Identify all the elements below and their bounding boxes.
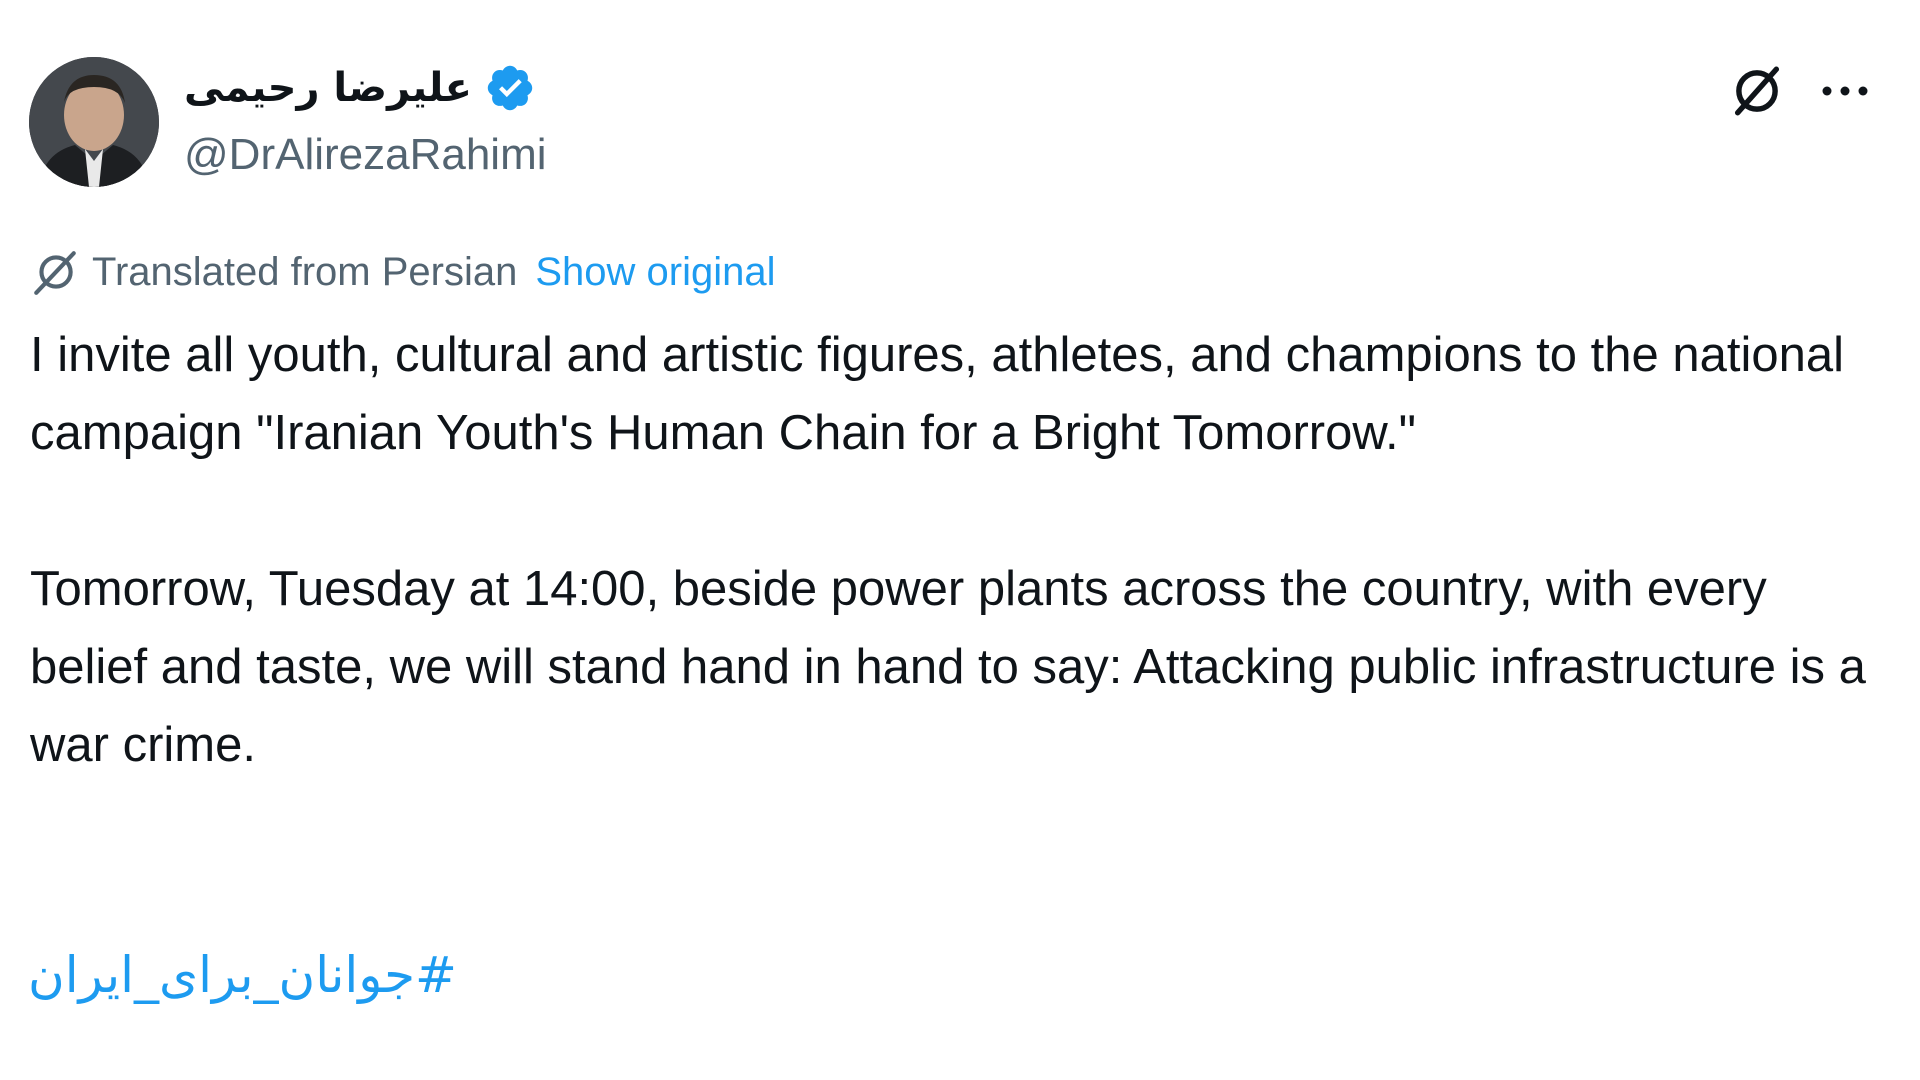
- user-handle[interactable]: @DrAlirezaRahimi: [184, 127, 547, 183]
- person-portrait-icon: [29, 57, 159, 187]
- verified-badge-icon: [487, 65, 533, 111]
- show-original-link[interactable]: Show original: [535, 250, 775, 295]
- tweet-card: علیرضا رحیمی @DrAlirezaRahimi Translated…: [0, 0, 1920, 1080]
- grok-icon[interactable]: [1728, 62, 1786, 120]
- display-name[interactable]: علیرضا رحیمی: [184, 60, 536, 116]
- avatar[interactable]: [29, 57, 159, 187]
- tweet-paragraph-2: Tomorrow, Tuesday at 14:00, beside power…: [30, 562, 1866, 772]
- tweet-text: I invite all youth, cultural and artisti…: [30, 316, 1890, 784]
- translated-from-label: Translated from Persian: [92, 249, 518, 294]
- translation-bar: Translated from Persian Show original: [30, 244, 776, 300]
- hashtag-link[interactable]: #جوانان_برای_ایران: [28, 940, 457, 1010]
- translate-icon: [34, 251, 76, 295]
- more-horizontal-icon[interactable]: [1818, 68, 1872, 114]
- display-name-text: علیرضا رحیمی: [184, 65, 472, 111]
- tweet-paragraph-1: I invite all youth, cultural and artisti…: [30, 328, 1845, 460]
